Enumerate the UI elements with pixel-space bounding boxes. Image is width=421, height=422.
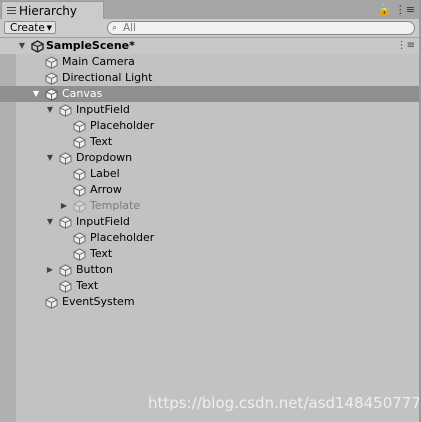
item-label: Canvas xyxy=(62,87,103,100)
collapsed-arrow-icon[interactable]: ▶ xyxy=(45,265,55,275)
hierarchy-item[interactable]: ▼ InputField xyxy=(0,102,421,118)
expand-arrow-icon[interactable]: ▼ xyxy=(45,105,55,115)
dropdown-caret-icon: ▼ xyxy=(46,24,52,32)
item-label: EventSystem xyxy=(62,295,135,308)
hierarchy-item[interactable]: EventSystem xyxy=(0,294,421,310)
hierarchy-item[interactable]: ▼ Dropdown xyxy=(0,150,421,166)
hierarchy-item[interactable]: Text xyxy=(0,246,421,262)
gameobject-cube-icon xyxy=(45,56,58,69)
hierarchy-item[interactable]: Text xyxy=(0,278,421,294)
gameobject-cube-icon xyxy=(59,152,72,165)
search-field[interactable]: ⌕ xyxy=(107,21,415,35)
hierarchy-panel: ▼ SampleScene* ⋮≡ Main Camera Directiona… xyxy=(0,38,421,422)
item-label: Label xyxy=(90,167,120,180)
gameobject-cube-icon xyxy=(45,88,58,101)
hierarchy-item[interactable]: Text xyxy=(0,134,421,150)
item-label: Button xyxy=(76,263,113,276)
create-button[interactable]: Create ▼ xyxy=(4,21,56,34)
gameobject-cube-icon xyxy=(73,168,86,181)
gameobject-cube-icon xyxy=(73,248,86,261)
gameobject-cube-icon xyxy=(59,280,72,293)
hierarchy-item[interactable]: Directional Light xyxy=(0,70,421,86)
toolbar: Create ▼ ⌕ xyxy=(0,19,421,38)
item-label: Text xyxy=(76,279,99,292)
item-label: Main Camera xyxy=(62,55,135,68)
gameobject-cube-icon xyxy=(59,216,72,229)
search-icon: ⌕ xyxy=(112,23,118,33)
hierarchy-item[interactable]: ▼ InputField xyxy=(0,214,421,230)
hierarchy-item[interactable]: Placeholder xyxy=(0,118,421,134)
gameobject-cube-icon xyxy=(59,264,72,277)
tab-bar: Hierarchy 🔒 ⋮≡ xyxy=(0,0,421,20)
item-label: Template xyxy=(90,199,141,212)
item-label: Placeholder xyxy=(90,119,155,132)
unity-logo-icon xyxy=(31,40,44,53)
list-icon xyxy=(7,7,16,14)
search-input[interactable] xyxy=(123,22,403,34)
tab-label: Hierarchy xyxy=(19,4,78,18)
hierarchy-item[interactable]: Main Camera xyxy=(0,54,421,70)
hierarchy-item[interactable]: Label xyxy=(0,166,421,182)
item-label: Arrow xyxy=(90,183,122,196)
hierarchy-item[interactable]: Placeholder xyxy=(0,230,421,246)
scene-row[interactable]: ▼ SampleScene* ⋮≡ xyxy=(0,38,421,54)
gameobject-cube-icon xyxy=(59,104,72,117)
create-button-label: Create xyxy=(10,22,45,34)
item-label: Dropdown xyxy=(76,151,133,164)
gameobject-cube-icon xyxy=(45,72,58,85)
item-label: Text xyxy=(90,247,113,260)
item-label: Placeholder xyxy=(90,231,155,244)
collapsed-arrow-icon[interactable]: ▶ xyxy=(59,201,69,211)
expand-arrow-icon[interactable]: ▼ xyxy=(31,89,41,99)
item-label: InputField xyxy=(76,103,130,116)
item-label: Directional Light xyxy=(62,71,153,84)
gameobject-cube-icon xyxy=(73,232,86,245)
gameobject-cube-icon xyxy=(73,136,86,149)
hierarchy-item[interactable]: ▶ Button xyxy=(0,262,421,278)
gameobject-cube-icon xyxy=(45,296,58,309)
tab-hierarchy[interactable]: Hierarchy xyxy=(1,1,104,19)
gameobject-cube-icon xyxy=(73,184,86,197)
expand-arrow-icon[interactable]: ▼ xyxy=(17,41,27,51)
expand-arrow-icon[interactable]: ▼ xyxy=(45,153,55,163)
hierarchy-item[interactable]: Arrow xyxy=(0,182,421,198)
item-label: InputField xyxy=(76,215,130,228)
item-label: Text xyxy=(90,135,113,148)
gameobject-cube-icon xyxy=(73,120,86,133)
tab-actions[interactable]: 🔒 ⋮≡ xyxy=(378,3,415,16)
watermark-text: https://blog.csdn.net/asd1484507772 xyxy=(148,394,421,412)
gameobject-cube-icon xyxy=(73,200,86,213)
expand-arrow-icon[interactable]: ▼ xyxy=(45,217,55,227)
hierarchy-item-inactive[interactable]: ▶ Template xyxy=(0,198,421,214)
scene-name: SampleScene* xyxy=(46,39,135,52)
scene-menu-icon[interactable]: ⋮≡ xyxy=(397,40,415,51)
hierarchy-item-selected[interactable]: ▼ Canvas xyxy=(0,86,421,102)
